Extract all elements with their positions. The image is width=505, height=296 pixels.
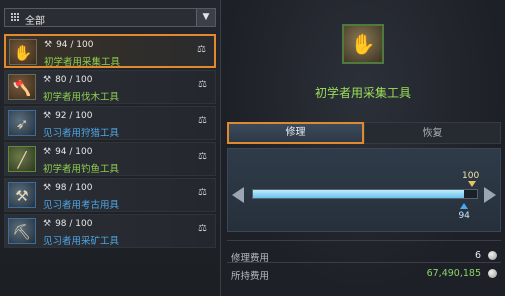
- weight-icon: ⚖: [198, 151, 207, 162]
- divider: [227, 240, 501, 241]
- durability-text: ⚒ 98 / 100: [43, 183, 93, 193]
- tool-list: ✋ ⚒ 94 / 100 初学者用采集工具 ⚖ 🪓 ⚒ 80 / 100 初学者用伐…: [4, 34, 216, 250]
- anvil-icon: ⚒: [43, 75, 52, 85]
- item-name: 见习者用考古用具: [43, 200, 120, 211]
- max-marker-icon: [468, 181, 476, 187]
- chevron-down-icon[interactable]: ▼: [196, 9, 215, 26]
- durability-text: ⚒ 94 / 100: [44, 40, 94, 50]
- weight-icon: ⚖: [198, 187, 207, 198]
- anvil-icon: ⚒: [43, 147, 52, 157]
- repair-detail-panel: ✋ 初学者用采集工具 修理 恢复 100 94 修理费用 6 所持费用 67,4…: [221, 0, 505, 296]
- weight-icon: ⚖: [198, 115, 207, 126]
- anvil-icon: ⚒: [43, 219, 52, 229]
- item-name: 初学者用采集工具: [44, 57, 121, 68]
- list-item[interactable]: ➶ ⚒ 92 / 100 见习者用狩猎工具 ⚖: [4, 106, 216, 140]
- max-durability-label: 100: [462, 171, 480, 181]
- durability-text: ⚒ 94 / 100: [43, 147, 93, 157]
- grid-icon: [11, 13, 20, 22]
- current-marker-icon: [460, 203, 469, 209]
- durability-bar: [252, 189, 478, 199]
- item-name: 见习者用狩猎工具: [43, 128, 120, 139]
- list-item[interactable]: ⛏ ⚒ 98 / 100 见习者用采矿工具 ⚖: [4, 214, 216, 248]
- silver-coin-icon: [488, 269, 497, 278]
- durability-text: ⚒ 80 / 100: [43, 75, 93, 85]
- durability-box: 100 94: [227, 148, 501, 232]
- pickaxe-icon: ⛏: [8, 218, 36, 244]
- arrow-left-icon: [232, 187, 244, 203]
- divider: [227, 262, 501, 263]
- owned-money-value: 67,490,185: [426, 268, 481, 279]
- durability-text: ⚒ 98 / 100: [43, 219, 93, 229]
- weight-icon: ⚖: [197, 44, 206, 55]
- axe-icon: 🪓: [8, 74, 36, 100]
- item-name: 初学者用伐木工具: [43, 92, 120, 103]
- repair-cost-value: 6: [474, 250, 481, 261]
- action-tabs: 修理 恢复: [227, 122, 501, 144]
- durability-fill: [253, 190, 464, 198]
- selected-item-icon: ✋: [342, 24, 384, 64]
- arrow-right-icon: [484, 187, 496, 203]
- anvil-icon: ⚒: [43, 111, 52, 121]
- item-name: 初学者用钓鱼工具: [43, 164, 120, 175]
- tab-restore[interactable]: 恢复: [364, 122, 501, 144]
- list-item[interactable]: ⚒ ⚒ 98 / 100 见习者用考古用具 ⚖: [4, 178, 216, 212]
- list-item[interactable]: 🪓 ⚒ 80 / 100 初学者用伐木工具 ⚖: [4, 70, 216, 104]
- silver-coin-icon: [488, 251, 497, 260]
- hunting-tool-icon: ➶: [8, 110, 36, 136]
- list-item[interactable]: ✋ ⚒ 94 / 100 初学者用采集工具 ⚖: [4, 34, 216, 68]
- weight-icon: ⚖: [198, 79, 207, 90]
- filter-label: 全部: [25, 16, 45, 27]
- tab-repair[interactable]: 修理: [227, 122, 364, 144]
- durability-text: ⚒ 92 / 100: [43, 111, 93, 121]
- weight-icon: ⚖: [198, 223, 207, 234]
- item-list-panel: 全部 ▼ ✋ ⚒ 94 / 100 初学者用采集工具 ⚖ 🪓 ⚒ 80 / 100 …: [0, 0, 221, 296]
- selected-item-title: 初学者用采集工具: [314, 86, 411, 100]
- anvil-icon: ⚒: [43, 183, 52, 193]
- anvil-icon: ⚒: [44, 40, 53, 50]
- list-item[interactable]: ╱ ⚒ 94 / 100 初学者用钓鱼工具 ⚖: [4, 142, 216, 176]
- owned-money-label: 所持费用: [231, 271, 270, 282]
- current-durability-label: 94: [458, 211, 470, 221]
- gathering-gloves-icon: ✋: [9, 39, 37, 65]
- shovel-icon: ⚒: [8, 182, 36, 208]
- item-name: 见习者用采矿工具: [43, 236, 120, 247]
- category-filter-dropdown[interactable]: 全部 ▼: [4, 8, 216, 27]
- fishing-rod-icon: ╱: [8, 146, 36, 172]
